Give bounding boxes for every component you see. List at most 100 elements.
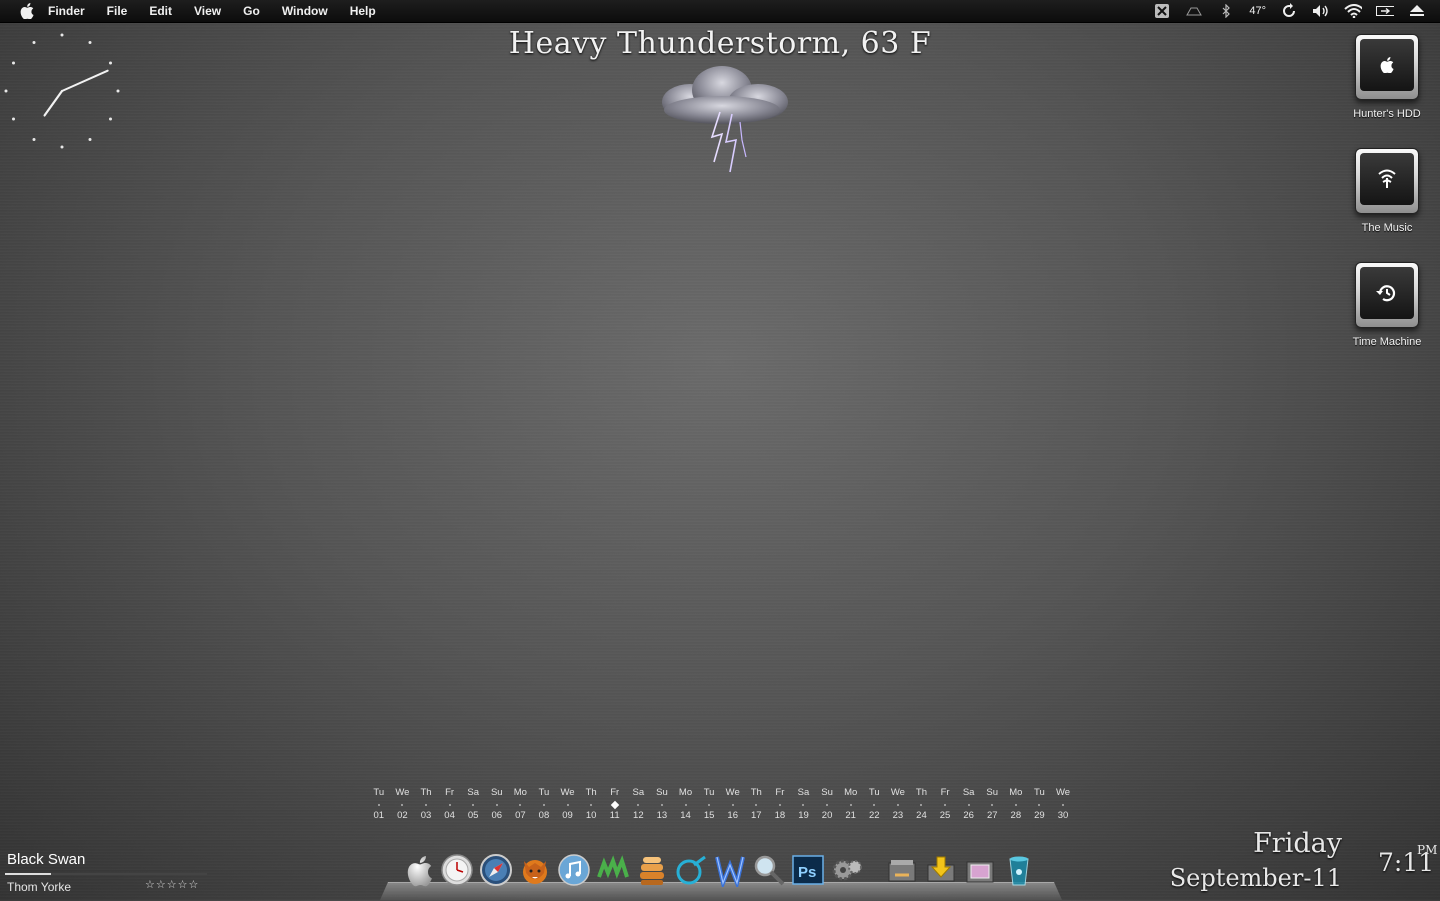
menu-finder[interactable]: Finder <box>48 4 85 18</box>
calendar-date: 15 <box>703 810 715 821</box>
menu-edit[interactable]: Edit <box>149 4 172 18</box>
calendar-weekday: Su <box>490 787 503 798</box>
calendar-date: 29 <box>1034 810 1045 821</box>
safari-icon[interactable] <box>478 852 514 888</box>
menu-extra-x-icon[interactable] <box>1153 3 1171 19</box>
clock-hour-dot <box>88 137 92 141</box>
clock-minute-hand <box>61 69 109 92</box>
calendar-day-marker <box>910 800 934 810</box>
calendar-day: Mo 21 <box>839 787 863 821</box>
calendar-weekday: Fr <box>775 787 785 798</box>
calendar-day: We 16 <box>721 787 745 821</box>
calendar-weekday: Sa <box>467 787 479 798</box>
menu-temperature[interactable]: 47° <box>1249 5 1266 17</box>
calendar-day: Tu 22 <box>862 787 886 821</box>
stacks-icon[interactable] <box>634 852 670 888</box>
calendar-day-marker <box>980 800 1004 810</box>
calendar-weekday: Th <box>750 787 762 798</box>
wifi-icon[interactable] <box>1344 3 1362 19</box>
calendar-day: Sa 12 <box>627 787 651 821</box>
calendar-weekday: Tu <box>703 787 715 798</box>
menu-go[interactable]: Go <box>243 4 260 18</box>
calendar-day: Sa 05 <box>461 787 485 821</box>
calendar-date: 07 <box>515 810 526 821</box>
system-preferences-icon[interactable] <box>829 852 865 888</box>
dreamweaver-icon[interactable] <box>595 852 631 888</box>
menu-help[interactable]: Help <box>350 4 376 18</box>
svg-text:Ps: Ps <box>798 864 816 881</box>
calendar-day-marker <box>697 800 721 810</box>
menu-view[interactable]: View <box>194 4 221 18</box>
calendar-weekday: We <box>1055 787 1071 798</box>
menu-bar: Finder File Edit View Go Window Help 47° <box>0 0 1440 23</box>
pictures-stack-icon[interactable] <box>962 852 998 888</box>
drive-hunters-hdd[interactable]: Hunter's HDD <box>1342 34 1432 120</box>
calendar-date: 22 <box>868 810 880 821</box>
preview-icon[interactable] <box>751 852 787 888</box>
sync-icon[interactable] <box>1280 3 1298 19</box>
downloads-stack-icon[interactable] <box>923 852 959 888</box>
thunderstorm-cloud-icon <box>662 66 788 173</box>
documents-stack-icon[interactable] <box>884 852 920 888</box>
now-playing-artist: Thom Yorke <box>7 880 72 894</box>
now-playing-rating[interactable]: ☆☆☆☆☆ <box>145 878 199 891</box>
apple-menu-icon[interactable] <box>18 2 36 20</box>
drive-the-music[interactable]: The Music <box>1342 148 1432 234</box>
calendar-weekday: Th <box>420 787 432 798</box>
calendar-day-marker <box>839 800 863 810</box>
calendar-day: We 02 <box>391 787 415 821</box>
volume-icon[interactable] <box>1312 3 1330 19</box>
calendar-weekday: Mo <box>1009 787 1023 798</box>
calendar-day: Su 06 <box>485 787 509 821</box>
drive-time-machine[interactable]: Time Machine <box>1342 262 1432 348</box>
textwrangler-icon[interactable] <box>712 852 748 888</box>
clock-icon[interactable] <box>439 852 475 888</box>
menu-window[interactable]: Window <box>282 4 328 18</box>
calendar-day: Sa 19 <box>792 787 816 821</box>
bluetooth-icon[interactable] <box>1217 3 1235 19</box>
clock-hour-dot <box>4 89 8 93</box>
calendar-day-marker <box>886 800 910 810</box>
date-label: September-11 <box>1169 864 1342 892</box>
eject-icon[interactable] <box>1408 3 1426 19</box>
calendar-weekday: Fr <box>610 787 620 798</box>
calendar-day-marker <box>933 800 957 810</box>
calendar-day: Th 03 <box>414 787 438 821</box>
calendar-day-marker <box>485 800 509 810</box>
calendar-weekday: Su <box>821 787 833 798</box>
battery-icon[interactable] <box>1376 3 1394 19</box>
calendar-weekday: Sa <box>797 787 810 798</box>
calendar-weekday: Tu <box>538 787 550 798</box>
calendar-weekday: Th <box>585 787 597 798</box>
calendar-day: Mo 28 <box>1004 787 1028 821</box>
calendar-day-marker <box>579 800 603 810</box>
firefox-icon[interactable] <box>517 852 553 888</box>
calendar-day: Th 24 <box>910 787 934 821</box>
time-machine-icon <box>1376 285 1396 302</box>
calendar-weekday: We <box>395 787 410 798</box>
trash-icon[interactable] <box>1001 852 1037 888</box>
calendar-day-marker <box>1028 800 1052 810</box>
calendar-date: 14 <box>680 810 691 821</box>
calendar-day-marker <box>556 800 580 810</box>
calendar-date: 03 <box>420 810 432 821</box>
clock-hour-hand <box>43 89 64 117</box>
calendar-day-marker <box>745 800 769 810</box>
calendar-day-marker <box>674 800 698 810</box>
calendar-date: 06 <box>491 810 503 821</box>
calendar-day: Mo 14 <box>674 787 698 821</box>
calendar-weekday: Mo <box>513 787 527 798</box>
calendar-weekday: Mo <box>678 787 693 798</box>
menu-extra-display-icon[interactable] <box>1185 3 1203 19</box>
calendar-day: Th 10 <box>579 787 603 821</box>
sharepoint-icon[interactable] <box>673 852 709 888</box>
finder-icon[interactable] <box>400 852 436 888</box>
calendar-day-marker <box>862 800 886 810</box>
calendar-weekday: We <box>725 787 740 798</box>
calendar-day-marker <box>367 800 391 810</box>
calendar-day: Su 20 <box>815 787 839 821</box>
itunes-icon[interactable] <box>556 852 592 888</box>
photoshop-icon[interactable]: Ps <box>790 852 826 888</box>
now-playing-progress-bar[interactable] <box>5 873 207 875</box>
menu-file[interactable]: File <box>107 4 128 18</box>
